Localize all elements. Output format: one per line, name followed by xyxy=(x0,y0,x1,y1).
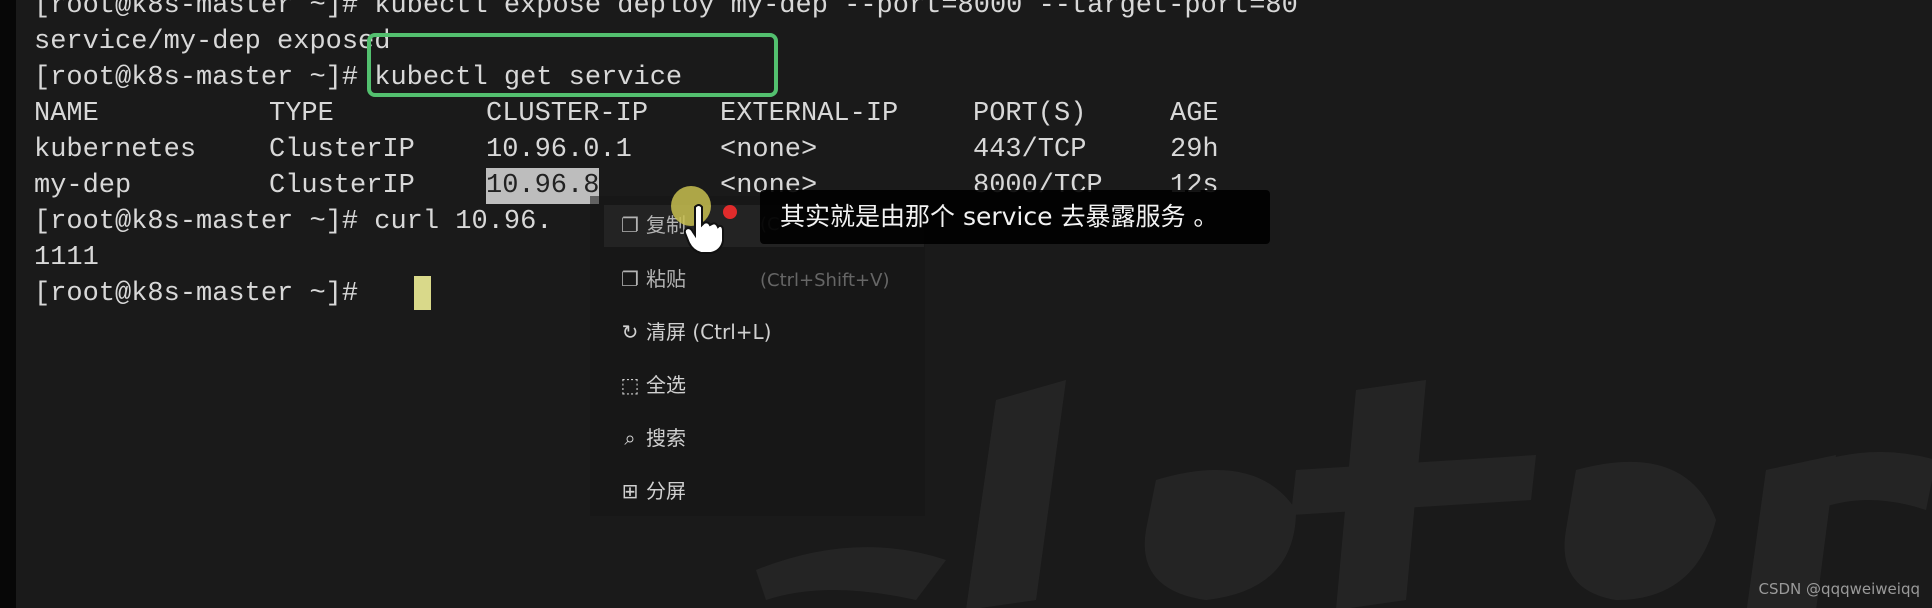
column-header-external-ip: EXTERNAL-IP xyxy=(720,99,899,129)
column-header-age: AGE xyxy=(1170,99,1219,129)
menu-item-clear-screen[interactable]: ↻ 清屏 (Ctrl+L) xyxy=(618,315,772,349)
video-subtitle: 其实就是由那个 service 去暴露服务 。 xyxy=(760,190,1270,244)
row-ports: 443/TCP xyxy=(973,135,1087,165)
terminal-line-expose-command: [root@k8s-master ~]# kubectl expose depl… xyxy=(34,0,1298,21)
column-header-cluster-ip: CLUSTER-IP xyxy=(486,99,649,129)
row-type: ClusterIP xyxy=(269,171,415,201)
column-header-ports: PORT(S) xyxy=(973,99,1087,129)
refresh-icon: ↻ xyxy=(621,320,639,344)
terminal-window[interactable]: [root@k8s-master ~]# kubectl expose depl… xyxy=(16,0,1932,608)
row-name: kubernetes xyxy=(34,135,197,165)
menu-item-split-screen[interactable]: ⊞ 分屏 xyxy=(618,474,686,508)
menu-item-paste-shortcut: (Ctrl+Shift+V) xyxy=(760,270,890,291)
terminal-line-service-exposed: service/my-dep exposed xyxy=(34,27,391,57)
row-name: my-dep xyxy=(34,171,132,201)
column-header-type: TYPE xyxy=(269,99,334,129)
menu-item-search[interactable]: ⌕ 搜索 xyxy=(618,421,686,455)
hand-pointer-icon xyxy=(683,204,724,254)
row-cluster-ip-selected[interactable]: 10.96.8 xyxy=(486,168,600,204)
row-type: ClusterIP xyxy=(269,135,415,165)
row-age: 29h xyxy=(1170,135,1219,165)
column-header-name: NAME xyxy=(34,99,99,129)
paste-icon: ❐ xyxy=(621,267,639,291)
menu-item-select-all[interactable]: ⬚ 全选 xyxy=(618,368,686,402)
csdn-credit: CSDN @qqqweiweiqq xyxy=(1758,580,1920,598)
terminal-line-curl-command: [root@k8s-master ~]# curl 10.96. xyxy=(34,207,553,237)
row-external-ip: <none> xyxy=(720,135,818,165)
menu-item-paste[interactable]: ❐ 粘贴 xyxy=(618,262,686,296)
window-edge xyxy=(0,0,16,608)
search-icon: ⌕ xyxy=(624,426,636,450)
split-icon: ⊞ xyxy=(621,479,639,503)
service-table-header: NAME TYPE CLUSTER-IP EXTERNAL-IP PORT(S)… xyxy=(34,96,1234,132)
row-cluster-ip: 10.96.0.1 xyxy=(486,135,632,165)
recording-dot xyxy=(723,205,737,219)
table-row: kubernetes ClusterIP 10.96.0.1 <none> 44… xyxy=(34,132,1234,168)
terminal-cursor xyxy=(414,276,431,310)
select-all-icon: ⬚ xyxy=(620,373,640,397)
terminal-line-prompt[interactable]: [root@k8s-master ~]# xyxy=(34,276,374,312)
command-highlight-box xyxy=(367,33,778,97)
copy-icon: ❐ xyxy=(621,213,639,237)
terminal-line-curl-output: 1111 xyxy=(34,243,99,273)
